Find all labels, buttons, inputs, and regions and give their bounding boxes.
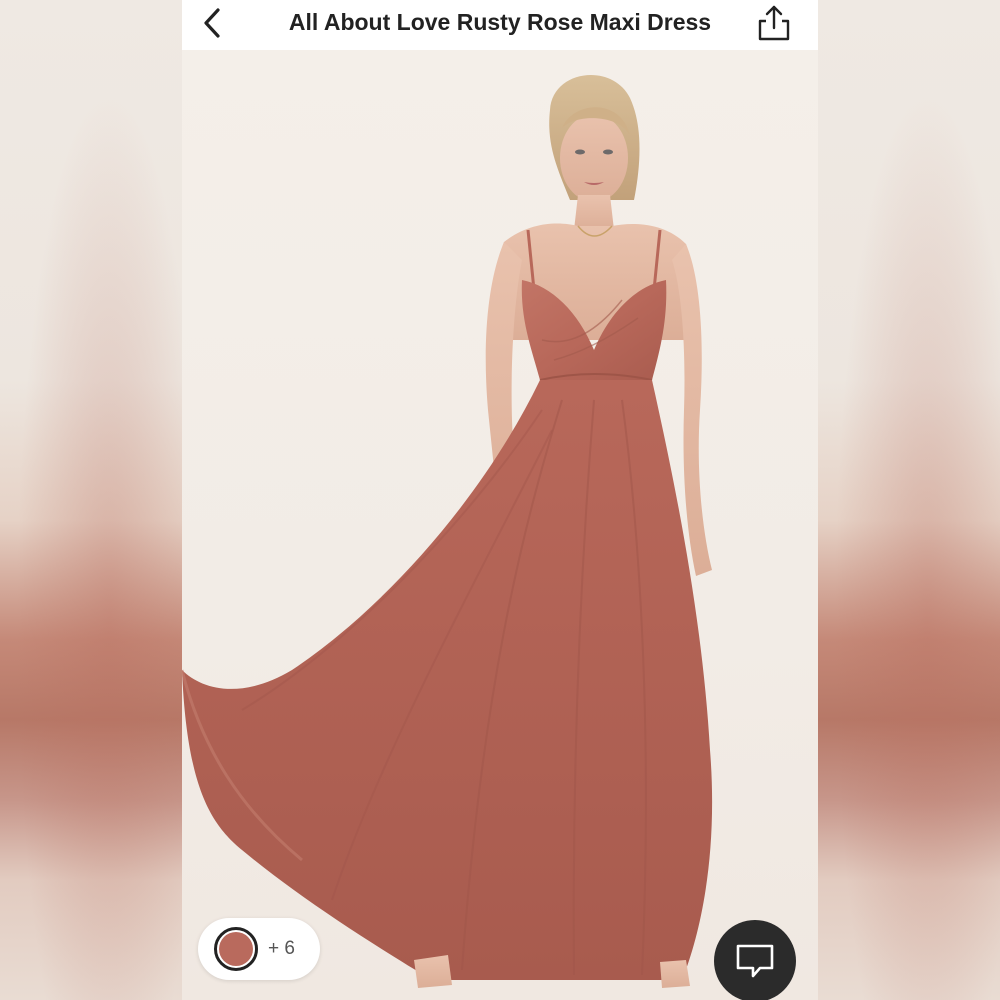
chevron-left-icon	[204, 8, 220, 38]
more-colors-count[interactable]: + 6	[268, 938, 295, 960]
blurred-backdrop-left	[0, 0, 182, 1000]
share-icon	[758, 5, 790, 41]
color-selector[interactable]: + 6	[198, 918, 320, 980]
top-nav-bar: All About Love Rusty Rose Maxi Dress	[182, 0, 818, 50]
product-screen: All About Love Rusty Rose Maxi Dress + 6	[182, 0, 818, 1000]
back-button[interactable]	[196, 6, 230, 40]
chat-button[interactable]	[714, 920, 796, 1000]
blurred-backdrop-right	[818, 0, 1000, 1000]
page-title: All About Love Rusty Rose Maxi Dress	[288, 8, 712, 35]
product-photo[interactable]	[182, 50, 818, 1000]
swatch-color-dot	[219, 932, 253, 966]
chat-bubble-icon	[736, 944, 774, 978]
model-illustration	[182, 75, 713, 988]
selected-color-swatch[interactable]	[214, 927, 258, 971]
share-button[interactable]	[754, 3, 794, 43]
